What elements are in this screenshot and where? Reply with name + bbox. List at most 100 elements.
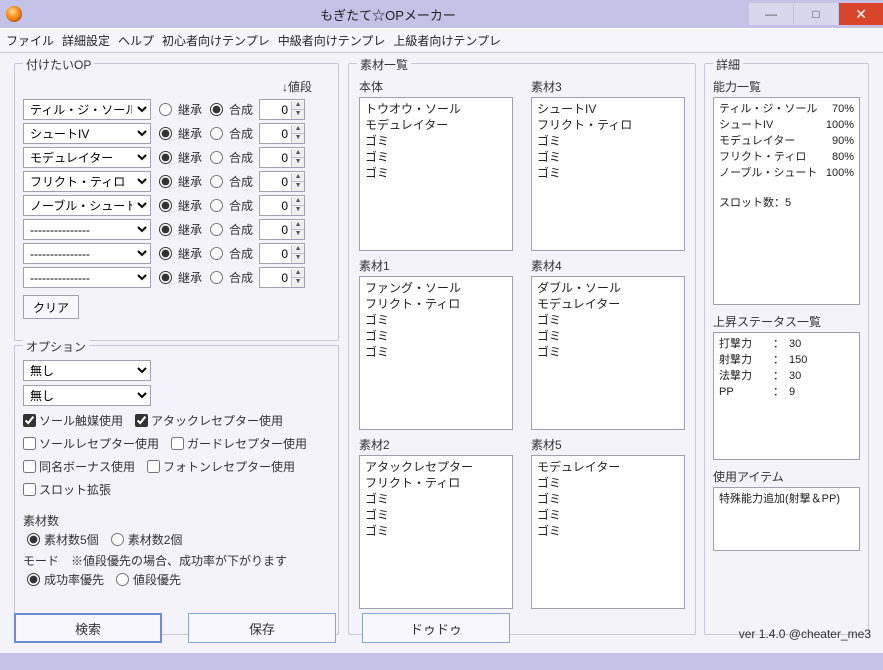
price-spinner[interactable]: 0▲▼ bbox=[259, 219, 305, 240]
checkbox[interactable] bbox=[171, 437, 184, 450]
mode-success-radio[interactable] bbox=[27, 573, 40, 586]
ability-row: ティル・ジ・ソール70% bbox=[719, 101, 854, 117]
materials-groupbox: 素材一覧 本体トウオウ・ソールモデュレイターゴミゴミゴミ素材3シュートIVフリク… bbox=[348, 63, 696, 635]
check-item[interactable]: ソール触媒使用 bbox=[23, 412, 123, 429]
gosei-label: 合成 bbox=[229, 269, 253, 286]
op-select[interactable]: フリクト・ティロ bbox=[23, 171, 151, 192]
gosei-radio[interactable] bbox=[210, 175, 223, 188]
gosei-radio[interactable] bbox=[210, 223, 223, 236]
menu-template-advanced[interactable]: 上級者向けテンプレ bbox=[393, 32, 501, 49]
dudu-button[interactable]: ドゥドゥ bbox=[362, 613, 510, 643]
keisho-radio[interactable] bbox=[159, 175, 172, 188]
op-select[interactable]: --------------- bbox=[23, 267, 151, 288]
option-select-2[interactable]: 無し bbox=[23, 385, 151, 406]
op-row: ノーブル・シュート継承合成0▲▼ bbox=[23, 195, 330, 216]
keisho-radio[interactable] bbox=[159, 223, 172, 236]
op-select[interactable]: ノーブル・シュート bbox=[23, 195, 151, 216]
op-legend: 付けたいOP bbox=[23, 56, 94, 73]
checkbox[interactable] bbox=[23, 437, 36, 450]
price-spinner[interactable]: 0▲▼ bbox=[259, 267, 305, 288]
stat-row: 法撃力：30 bbox=[719, 368, 854, 384]
op-select[interactable]: モデュレイター bbox=[23, 147, 151, 168]
gosei-radio[interactable] bbox=[210, 199, 223, 212]
gosei-radio[interactable] bbox=[210, 103, 223, 116]
material-line: ゴミ bbox=[365, 491, 507, 507]
keisho-label: 継承 bbox=[178, 149, 202, 166]
material-line: ゴミ bbox=[365, 312, 507, 328]
checkbox[interactable] bbox=[135, 414, 148, 427]
material-line: ゴミ bbox=[365, 328, 507, 344]
mode-price-radio[interactable] bbox=[116, 573, 129, 586]
check-item[interactable]: アタックレセプター使用 bbox=[135, 412, 283, 429]
material-line: フリクト・ティロ bbox=[537, 117, 679, 133]
clear-button[interactable]: クリア bbox=[23, 295, 79, 319]
gosei-radio[interactable] bbox=[210, 151, 223, 164]
menu-help[interactable]: ヘルプ bbox=[118, 32, 154, 49]
checkbox-label: フォトンレセプター使用 bbox=[163, 458, 295, 475]
sozaisu-2-radio[interactable] bbox=[111, 533, 124, 546]
minimize-button[interactable]: — bbox=[749, 3, 793, 25]
check-item[interactable]: フォトンレセプター使用 bbox=[147, 458, 295, 475]
material-line: ゴミ bbox=[365, 133, 507, 149]
materials-legend: 素材一覧 bbox=[357, 56, 411, 73]
material-line: ゴミ bbox=[365, 523, 507, 539]
menu-template-beginner[interactable]: 初心者向けテンプレ bbox=[162, 32, 270, 49]
window-title: もぎたて☆OPメーカー bbox=[28, 5, 748, 24]
check-row: 同名ボーナス使用 フォトンレセプター使用 bbox=[23, 458, 330, 475]
menu-file[interactable]: ファイル bbox=[6, 32, 54, 49]
checkbox[interactable] bbox=[23, 483, 36, 496]
price-spinner[interactable]: 0▲▼ bbox=[259, 123, 305, 144]
gosei-radio[interactable] bbox=[210, 271, 223, 284]
op-select[interactable]: ティル・ジ・ソール bbox=[23, 99, 151, 120]
keisho-radio[interactable] bbox=[159, 103, 172, 116]
material-line: ゴミ bbox=[537, 328, 679, 344]
check-item[interactable]: スロット拡張 bbox=[23, 481, 111, 498]
check-row: ソール触媒使用アタックレセプター使用 bbox=[23, 412, 330, 429]
gosei-radio[interactable] bbox=[210, 127, 223, 140]
menu-template-intermediate[interactable]: 中級者向けテンプレ bbox=[278, 32, 386, 49]
search-button[interactable]: 検索 bbox=[14, 613, 162, 643]
save-button[interactable]: 保存 bbox=[188, 613, 336, 643]
ability-pct: 100% bbox=[826, 117, 854, 133]
material-line: トウオウ・ソール bbox=[365, 101, 507, 117]
stat-key: 打撃力 bbox=[719, 336, 773, 352]
ability-pct: 100% bbox=[826, 165, 854, 181]
material-cell: 素材4ダブル・ソールモデュレイターゴミゴミゴミ bbox=[531, 257, 685, 430]
ability-pct: 80% bbox=[832, 149, 854, 165]
maximize-button[interactable]: □ bbox=[794, 3, 838, 25]
detail-legend: 詳細 bbox=[713, 56, 743, 73]
keisho-radio[interactable] bbox=[159, 271, 172, 284]
price-spinner[interactable]: 0▲▼ bbox=[259, 147, 305, 168]
keisho-radio[interactable] bbox=[159, 127, 172, 140]
check-item[interactable]: ソールレセプター使用 bbox=[23, 435, 159, 452]
menu-advanced[interactable]: 詳細設定 bbox=[62, 32, 110, 49]
material-line: ゴミ bbox=[365, 149, 507, 165]
ability-box: ティル・ジ・ソール70%シュートIV100%モデュレイター90%フリクト・ティロ… bbox=[713, 97, 860, 305]
price-spinner[interactable]: 0▲▼ bbox=[259, 195, 305, 216]
stats-label: 上昇ステータス一覧 bbox=[713, 313, 860, 330]
close-button[interactable]: ✕ bbox=[839, 3, 883, 25]
stat-value: 30 bbox=[789, 336, 801, 352]
checkbox[interactable] bbox=[147, 460, 160, 473]
price-spinner[interactable]: 0▲▼ bbox=[259, 243, 305, 264]
keisho-radio[interactable] bbox=[159, 151, 172, 164]
price-spinner[interactable]: 0▲▼ bbox=[259, 171, 305, 192]
items-box: 特殊能力追加(射撃＆PP) bbox=[713, 487, 860, 551]
material-line: ゴミ bbox=[365, 165, 507, 181]
keisho-radio[interactable] bbox=[159, 247, 172, 260]
check-item[interactable]: 同名ボーナス使用 bbox=[23, 458, 135, 475]
keisho-radio[interactable] bbox=[159, 199, 172, 212]
material-line: ゴミ bbox=[365, 507, 507, 523]
checkbox[interactable] bbox=[23, 460, 36, 473]
sozaisu-5-radio[interactable] bbox=[27, 533, 40, 546]
gosei-radio[interactable] bbox=[210, 247, 223, 260]
checkbox[interactable] bbox=[23, 414, 36, 427]
price-spinner[interactable]: 0▲▼ bbox=[259, 99, 305, 120]
check-item[interactable]: ガードレセプター使用 bbox=[171, 435, 307, 452]
op-select[interactable]: シュートIV bbox=[23, 123, 151, 144]
material-cell: 素材1ファング・ソールフリクト・ティロゴミゴミゴミ bbox=[359, 257, 513, 430]
option-select-1[interactable]: 無し bbox=[23, 360, 151, 381]
op-select[interactable]: --------------- bbox=[23, 219, 151, 240]
material-line: ゴミ bbox=[537, 312, 679, 328]
op-select[interactable]: --------------- bbox=[23, 243, 151, 264]
